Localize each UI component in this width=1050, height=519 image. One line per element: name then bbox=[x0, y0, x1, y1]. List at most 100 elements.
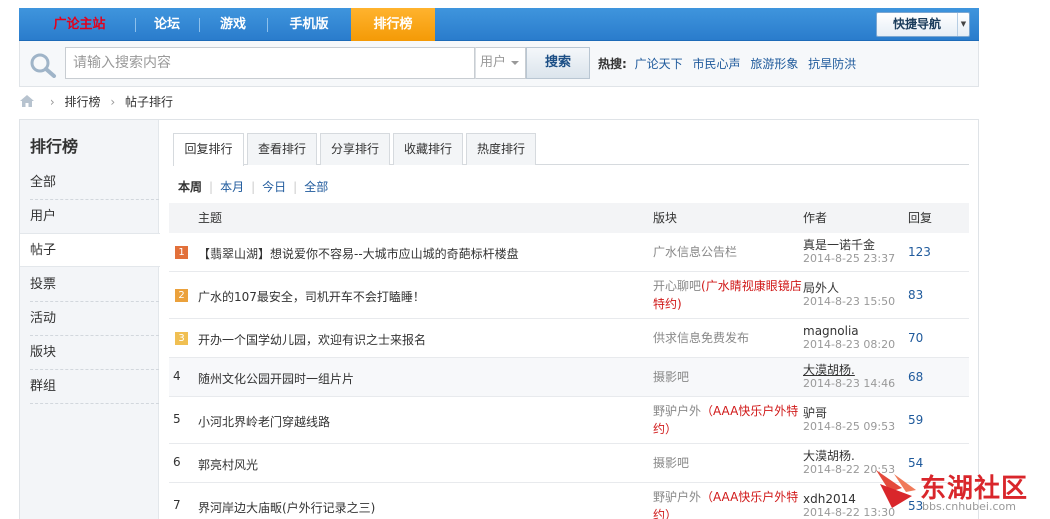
tab-view-ranking[interactable]: 查看排行 bbox=[247, 133, 317, 165]
forum-link[interactable]: 野驴户外（AAA快乐户外特约） bbox=[653, 488, 803, 519]
divider: | bbox=[293, 180, 298, 194]
reply-count[interactable]: 70 bbox=[908, 331, 923, 345]
post-subject-link[interactable]: 随州文化公园开园时一组片片 bbox=[198, 370, 354, 387]
nav-forum[interactable]: 论坛 bbox=[135, 8, 199, 41]
search-button[interactable]: 搜索 bbox=[526, 47, 590, 79]
post-subject-link[interactable]: 【翡翠山湖】想说爱你不容易--大城市应山城的奇葩标杆楼盘 bbox=[198, 245, 519, 262]
rank-number: 6 bbox=[173, 455, 181, 469]
tab-share-ranking[interactable]: 分享排行 bbox=[320, 133, 390, 165]
tab-reply-ranking[interactable]: 回复排行 bbox=[173, 133, 244, 166]
reply-count[interactable]: 68 bbox=[908, 370, 923, 384]
sidebar-item-polls[interactable]: 投票 bbox=[20, 268, 159, 302]
rank-number: 4 bbox=[173, 369, 181, 383]
forum-link[interactable]: 开心聊吧(广水睛视康眼镜店特约) bbox=[653, 277, 803, 313]
reply-count[interactable]: 59 bbox=[908, 413, 923, 427]
column-header-author: 作者 bbox=[803, 211, 828, 225]
hot-link[interactable]: 抗旱防洪 bbox=[808, 57, 856, 71]
reply-count[interactable]: 123 bbox=[908, 245, 931, 259]
sidebar-item-all[interactable]: 全部 bbox=[20, 166, 159, 200]
author-link[interactable]: 驴哥 bbox=[803, 406, 895, 420]
nav-games[interactable]: 游戏 bbox=[199, 8, 267, 41]
post-subject-link[interactable]: 小河北界岭老门穿越线路 bbox=[198, 413, 330, 430]
breadcrumb-post-ranking: 帖子排行 bbox=[124, 95, 173, 109]
search-type-select[interactable]: 用户 bbox=[475, 47, 526, 79]
nav-home[interactable]: 广论主站 bbox=[37, 8, 122, 41]
filter-this-week[interactable]: 本周 bbox=[178, 180, 202, 194]
forum-link[interactable]: 广水信息公告栏 bbox=[653, 243, 803, 261]
author-link[interactable]: 真是一诺千金 bbox=[803, 238, 895, 252]
quick-nav-label: 快捷导航 bbox=[893, 17, 942, 31]
search-bar: 请输入搜索内容 用户 搜索 热搜: 广论天下 市民心声 旅游形象 抗旱防洪 bbox=[19, 41, 979, 87]
forum-link[interactable]: 供求信息免费发布 bbox=[653, 329, 803, 347]
author-link[interactable]: 大漠胡杨. bbox=[803, 363, 895, 377]
nav-mobile[interactable]: 手机版 bbox=[267, 8, 351, 41]
rank-number: 7 bbox=[173, 498, 181, 512]
sidebar-item-label: 用户 bbox=[30, 209, 57, 224]
forum-link[interactable]: 摄影吧 bbox=[653, 454, 803, 472]
forum-name: 开心聊吧 bbox=[653, 279, 702, 293]
table-row: 6 郭亮村风光 摄影吧 大漠胡杨. 2014-8-22 20:53 54 bbox=[169, 444, 969, 483]
home-icon[interactable] bbox=[20, 95, 34, 107]
author-cell: 真是一诺千金 2014-8-25 23:37 bbox=[803, 238, 895, 266]
sidebar-item-label: 群组 bbox=[30, 379, 57, 394]
breadcrumb-ranking[interactable]: 排行榜 bbox=[64, 95, 100, 109]
forum-name: 摄影吧 bbox=[653, 370, 690, 384]
author-link[interactable]: magnolia bbox=[803, 324, 895, 338]
post-date: 2014-8-23 14:46 bbox=[803, 377, 896, 390]
table-header: 主题 版块 作者 回复 bbox=[169, 203, 969, 233]
tab-heat-ranking[interactable]: 热度排行 bbox=[466, 133, 536, 165]
sidebar-item-label: 帖子 bbox=[30, 243, 57, 258]
sidebar-item-boards[interactable]: 版块 bbox=[20, 336, 159, 370]
sidebar: 排行榜 全部 用户 帖子 投票 活动 版块 群组 bbox=[20, 120, 160, 519]
filter-this-month[interactable]: 本月 bbox=[220, 180, 244, 194]
watermark-logo-icon bbox=[876, 470, 916, 508]
hot-link[interactable]: 市民心声 bbox=[692, 57, 740, 71]
forum-link[interactable]: 摄影吧 bbox=[653, 368, 803, 386]
author-link[interactable]: 大漠胡杨. bbox=[803, 449, 895, 463]
post-date: 2014-8-25 09:53 bbox=[803, 420, 896, 433]
sidebar-item-groups[interactable]: 群组 bbox=[20, 370, 159, 404]
post-subject-link[interactable]: 开办一个国学幼儿园，欢迎有识之士来报名 bbox=[198, 331, 426, 348]
forum-name: 摄影吧 bbox=[653, 456, 690, 470]
post-subject-link[interactable]: 郭亮村风光 bbox=[198, 456, 258, 473]
post-date: 2014-8-23 15:50 bbox=[803, 295, 896, 308]
column-header-replies: 回复 bbox=[908, 211, 933, 225]
rank-badge: 1 bbox=[175, 246, 188, 259]
breadcrumb: › 排行榜 › 帖子排行 bbox=[20, 94, 173, 110]
tab-favorite-ranking[interactable]: 收藏排行 bbox=[393, 133, 463, 165]
forum-link[interactable]: 野驴户外（AAA快乐户外特约） bbox=[653, 402, 803, 438]
hot-link[interactable]: 广论天下 bbox=[635, 57, 683, 71]
filter-today[interactable]: 今日 bbox=[262, 180, 286, 194]
hot-searches: 热搜: 广论天下 市民心声 旅游形象 抗旱防洪 bbox=[598, 55, 862, 72]
quick-nav-button[interactable]: 快捷导航 ▼ bbox=[876, 12, 970, 37]
sidebar-item-activities[interactable]: 活动 bbox=[20, 302, 159, 336]
sidebar-item-label: 投票 bbox=[30, 277, 57, 292]
post-subject-link[interactable]: 界河岸边大庙畈(户外行记录之三) bbox=[198, 499, 375, 516]
nav-ranking[interactable]: 排行榜 bbox=[351, 8, 435, 41]
author-cell: 大漠胡杨. 2014-8-23 14:46 bbox=[803, 363, 895, 391]
breadcrumb-separator: › bbox=[49, 95, 55, 109]
table-row: 5 小河北界岭老门穿越线路 野驴户外（AAA快乐户外特约） 驴哥 2014-8-2… bbox=[169, 397, 969, 444]
author-cell: 驴哥 2014-8-25 09:53 bbox=[803, 406, 895, 434]
sidebar-item-users[interactable]: 用户 bbox=[20, 200, 159, 234]
watermark-url: bbs.cnhubei.com bbox=[922, 500, 1016, 513]
rank-badge: 2 bbox=[175, 289, 188, 302]
hot-label: 热搜: bbox=[598, 57, 627, 71]
author-link[interactable]: 局外人 bbox=[803, 281, 895, 295]
sidebar-item-posts[interactable]: 帖子 bbox=[20, 233, 160, 267]
post-subject-link[interactable]: 广水的107最安全，司机开车不会打瞌睡！ bbox=[198, 288, 425, 305]
search-input[interactable]: 请输入搜索内容 bbox=[65, 47, 475, 79]
sidebar-item-label: 版块 bbox=[30, 345, 57, 360]
column-header-subject: 主题 bbox=[198, 211, 223, 225]
ranking-tabs: 回复排行 查看排行 分享排行 收藏排行 热度排行 bbox=[173, 133, 969, 166]
hot-link[interactable]: 旅游形象 bbox=[750, 57, 798, 71]
reply-count[interactable]: 83 bbox=[908, 288, 923, 302]
post-date: 2014-8-23 08:20 bbox=[803, 338, 896, 351]
table-row: 4 随州文化公园开园时一组片片 摄影吧 大漠胡杨. 2014-8-23 14:46… bbox=[169, 358, 969, 397]
sidebar-title: 排行榜 bbox=[30, 137, 79, 156]
filter-all[interactable]: 全部 bbox=[304, 180, 328, 194]
divider: | bbox=[209, 180, 214, 194]
divider: | bbox=[251, 180, 256, 194]
author-cell: 局外人 2014-8-23 15:50 bbox=[803, 281, 895, 309]
caret-down-icon bbox=[511, 61, 519, 65]
